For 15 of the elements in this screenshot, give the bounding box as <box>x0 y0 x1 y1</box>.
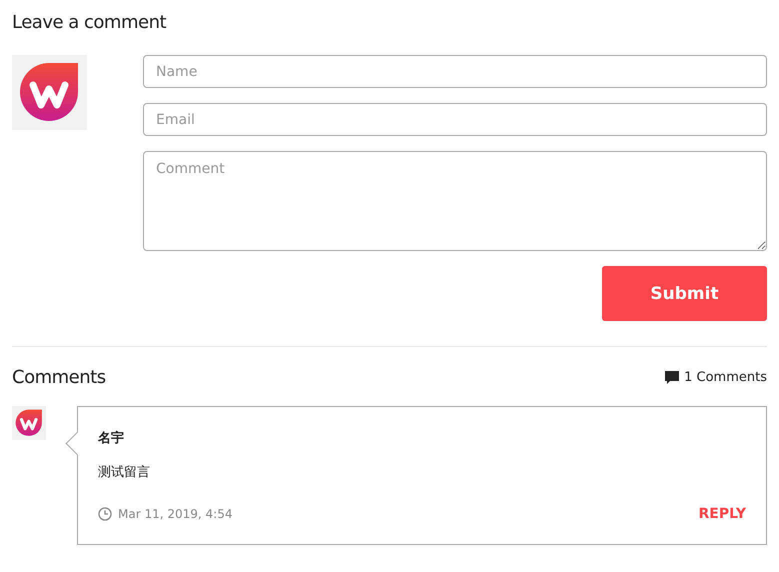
section-title: Leave a comment <box>12 12 168 33</box>
section-title: Comments <box>12 367 106 388</box>
input-field[interactable]: Name <box>143 55 767 88</box>
comment-count: 1 Comments <box>684 370 767 385</box>
comment-date: Mar 11, 2019, 4:54 <box>118 507 232 521</box>
clock-icon <box>98 507 112 521</box>
input-field[interactable]: Email <box>143 103 767 136</box>
speech-bubble-icon <box>665 371 680 384</box>
comment-text: 测试留言 <box>98 464 151 481</box>
logo-icon <box>12 55 87 130</box>
avatar-icon <box>12 406 46 440</box>
comment-field[interactable]: Comment <box>143 151 767 251</box>
reply-link[interactable]: REPLY <box>698 506 746 522</box>
submit-button[interactable]: Submit <box>602 266 767 321</box>
comment-author: 名宇 <box>98 430 125 447</box>
